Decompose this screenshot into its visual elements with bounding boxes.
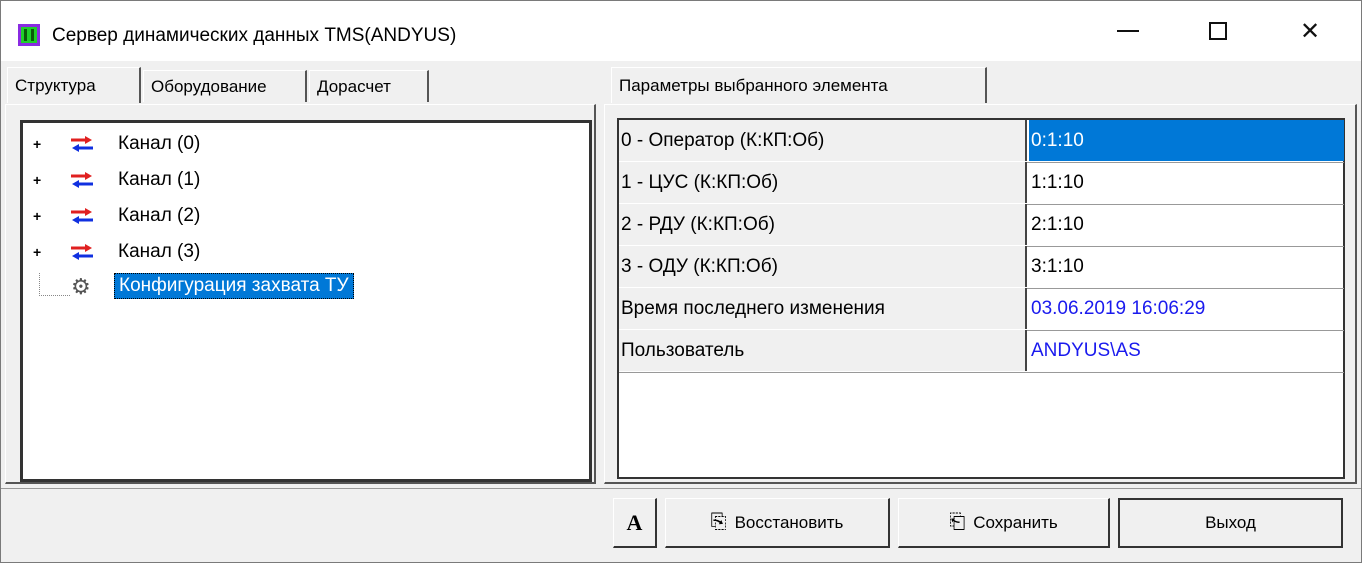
expand-icon[interactable]: +	[33, 208, 41, 224]
tree-item-label: Конфигурация захвата ТУ	[114, 273, 354, 299]
param-value[interactable]: 2:1:10	[1029, 204, 1344, 245]
params-grid[interactable]: 0 - Оператор (К:КП:Об) 0:1:10 1 - ЦУС (К…	[617, 118, 1345, 479]
window-title: Сервер динамических данных TMS(ANDYUS)	[52, 25, 457, 46]
expand-icon[interactable]: +	[33, 136, 41, 152]
param-name: 1 - ЦУС (К:КП:Об)	[619, 162, 1027, 203]
maximize-button[interactable]	[1195, 13, 1241, 49]
table-row[interactable]: 1 - ЦУС (К:КП:Об) 1:1:10	[619, 162, 1344, 205]
gear-icon: ⚙	[71, 274, 91, 299]
param-name: Время последнего изменения	[619, 288, 1027, 329]
expand-icon[interactable]: +	[33, 244, 41, 260]
tab-equipment[interactable]: Оборудование	[143, 70, 307, 102]
param-value[interactable]: 1:1:10	[1029, 162, 1344, 203]
structure-panel: + Канал (0) + Канал (1) + Канал (2) + Ка…	[5, 104, 596, 484]
param-name: 0 - Оператор (К:КП:Об)	[619, 120, 1027, 161]
title-bar: Сервер динамических данных TMS(ANDYUS) ✕	[1, 1, 1361, 61]
main-window: Сервер динамических данных TMS(ANDYUS) ✕…	[0, 0, 1362, 563]
tree-item-label: Канал (3)	[118, 241, 201, 262]
channel-icon	[71, 172, 93, 188]
exit-button[interactable]: Выход	[1118, 498, 1343, 548]
restore-button[interactable]: ⎘ Восстановить	[665, 498, 890, 548]
table-row[interactable]: 0 - Оператор (К:КП:Об) 0:1:10	[619, 120, 1344, 163]
params-panel: 0 - Оператор (К:КП:Об) 0:1:10 1 - ЦУС (К…	[604, 104, 1357, 484]
channel-icon	[71, 136, 93, 152]
save-icon: ⎗	[949, 511, 966, 533]
param-value[interactable]: 0:1:10	[1029, 120, 1344, 161]
tab-structure[interactable]: Структура	[7, 67, 141, 103]
structure-tree[interactable]: + Канал (0) + Канал (1) + Канал (2) + Ка…	[20, 120, 592, 482]
param-value: 03.06.2019 16:06:29	[1031, 297, 1206, 319]
param-name: Пользователь	[619, 330, 1027, 371]
tree-connector	[39, 273, 70, 296]
table-row[interactable]: 3 - ОДУ (К:КП:Об) 3:1:10	[619, 246, 1344, 289]
table-row[interactable]: 2 - РДУ (К:КП:Об) 2:1:10	[619, 204, 1344, 247]
restore-icon: ⎘	[710, 511, 727, 533]
table-row[interactable]: Пользователь ANDYUS\AS	[619, 330, 1344, 373]
param-value[interactable]: 3:1:10	[1029, 246, 1344, 287]
expand-icon[interactable]: +	[33, 172, 41, 188]
save-button[interactable]: ⎗ Сохранить	[898, 498, 1110, 548]
param-value: ANDYUS\AS	[1031, 339, 1141, 361]
maximize-icon	[1209, 22, 1227, 40]
close-button[interactable]: ✕	[1287, 13, 1333, 49]
minimize-button[interactable]	[1105, 13, 1151, 49]
channel-icon	[71, 244, 93, 260]
table-row[interactable]: Время последнего изменения 03.06.2019 16…	[619, 288, 1344, 331]
close-icon: ✕	[1299, 17, 1321, 45]
tree-item-label: Канал (2)	[118, 205, 201, 226]
param-name: 3 - ОДУ (К:КП:Об)	[619, 246, 1027, 287]
tab-recalculation[interactable]: Дорасчет	[309, 70, 429, 102]
channel-icon	[71, 208, 93, 224]
tree-item-label: Канал (0)	[118, 133, 201, 154]
minimize-icon	[1117, 30, 1139, 32]
app-icon	[18, 24, 40, 46]
param-name: 2 - РДУ (К:КП:Об)	[619, 204, 1027, 245]
font-button[interactable]: A	[613, 498, 657, 548]
tab-element-params[interactable]: Параметры выбранного элемента	[611, 67, 987, 103]
tree-item-label: Канал (1)	[118, 169, 201, 190]
